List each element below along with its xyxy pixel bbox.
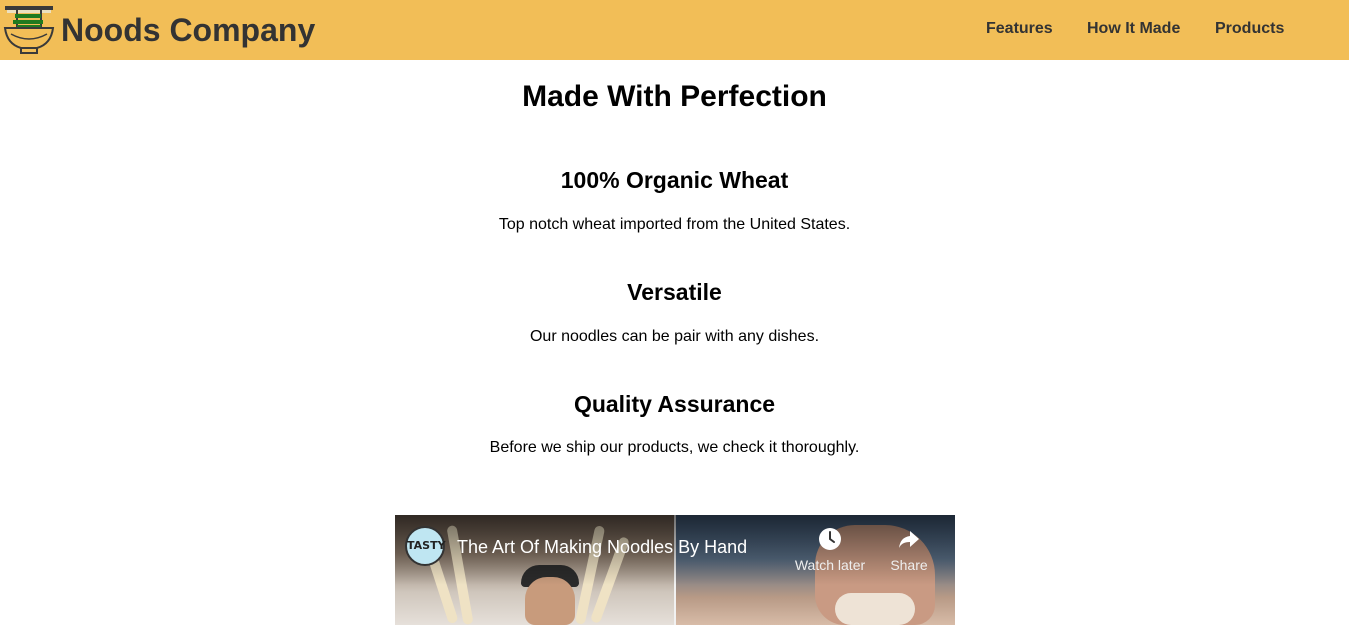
page-title: Made With Perfection bbox=[522, 80, 827, 113]
site-header: Noods Company Features How It Made Produ… bbox=[0, 0, 1349, 60]
clock-icon bbox=[819, 528, 841, 550]
nav-link-products[interactable]: Products bbox=[1215, 19, 1284, 39]
watch-later-label: Watch later bbox=[794, 557, 866, 573]
dough bbox=[835, 593, 915, 625]
feature-desc-versatile: Our noodles can be pair with any dishes. bbox=[529, 328, 820, 345]
nav-link-how-it-made[interactable]: How It Made bbox=[1087, 19, 1180, 39]
video-title[interactable]: The Art Of Making Noodles By Hand bbox=[457, 536, 747, 558]
feature-title-organic-wheat: 100% Organic Wheat bbox=[560, 167, 789, 193]
video-embed[interactable]: TASTY The Art Of Making Noodles By Hand … bbox=[395, 515, 955, 625]
channel-avatar[interactable]: TASTY bbox=[405, 526, 446, 566]
feature-desc-organic-wheat: Top notch wheat imported from the United… bbox=[498, 216, 851, 233]
feature-desc-quality-assurance: Before we ship our products, we check it… bbox=[489, 439, 860, 456]
share-label: Share bbox=[890, 557, 928, 573]
watch-later-button[interactable]: Watch later bbox=[790, 527, 870, 573]
feature-title-quality-assurance: Quality Assurance bbox=[573, 391, 776, 417]
nav-link-features[interactable]: Features bbox=[986, 19, 1053, 39]
brand-name[interactable]: Noods Company bbox=[61, 10, 315, 50]
share-icon bbox=[899, 531, 919, 548]
share-button[interactable]: Share bbox=[869, 527, 949, 573]
noodle-bowl-icon[interactable] bbox=[3, 4, 55, 56]
feature-title-versatile: Versatile bbox=[627, 279, 722, 305]
